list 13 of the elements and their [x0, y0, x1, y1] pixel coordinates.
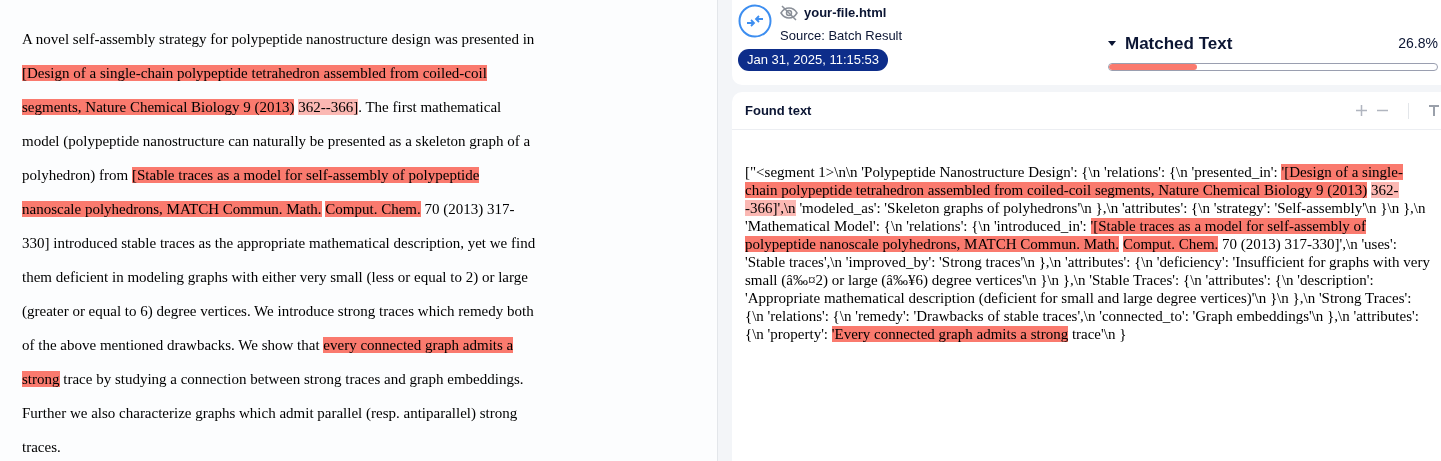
date-badge: Jan 31, 2025, 11:15:53 [738, 49, 889, 71]
eye-slash-icon [780, 4, 798, 21]
matched-text-title: Matched Text [1125, 33, 1233, 55]
zoom-in-icon[interactable] [1356, 105, 1367, 116]
source-label: Source: Batch Result [780, 26, 903, 45]
file-name: your-file.html [804, 4, 887, 22]
found-text-title: Found text [745, 101, 812, 120]
document-paragraph: A novel self-assembly strategy for polypeptide nanostructure design was presented in [Design of a single-chain polypeptide tetrahedron assembled from coiled-coil segments, Nature Chemical Biology 9 (2013) 362--366]. The first mathematical model (polypeptide nanostructure can naturally be presented as a skeleton graph of a polyhedron) from [Stable traces as a model for self-assembly of polypeptide nanoscale polyhedrons, MATCH Commun. Math. Comput. Chem. 70 (2013) 317-330] introduced stable traces as the appropriate mathematical description, yet we find them deficient in modeling graphs with either very small (less or equal to 2) or large (greater or equal to 6) degree vertices. We introduce strong traces which remedy both of the above mentioned drawbacks. We show that every connected graph admits a strong trace by studying a connection between strong traces and graph embeddings. Further we also characterize graphs which admit parallel (resp. antiparallel) strong traces. [22, 30, 537, 457]
caret-icon[interactable] [1108, 40, 1116, 47]
matched-percent: 26.8% [1398, 34, 1438, 54]
found-text-content: ["<segment 1>\n\n 'Polypeptide Nanostructure Design': {\n 'relations': {\n 'presented_in': '[Design of a single-chain polypeptide tetrahedron assembled from coiled-coil segments, Nature Chemical Biology 9 (2013) 362--366]',\n 'modeled_as': 'Skeleton graphs of polyhedrons'\n },\n 'attributes': {\n 'strategy': 'Self-assembly'\n }\n },\n 'Mathematical Model': {\n 'relations': {\n 'introduced_in': '[Stable traces as a model for self-assembly of polypeptide nanoscale polyhedrons, MATCH Commun. Math. Comput. Chem. 70 (2013) 317-330]',\n 'uses': 'Stable traces',\n 'improved_by': 'Strong traces'\n },\n 'attributes': {\n 'deficiency': 'Insufficient for graphs with very small (â‰¤2) or large (â‰¥6) degree vertices'\n }\n },\n 'Stable Traces': {\n 'attributes': {\n 'description': 'Appropriate mathematical description (deficient for small and large degree vertices)'\n }\n },\n 'Strong Traces': {\n 'relations': {\n 'remedy': 'Drawbacks of stable traces',\n 'connected_to': 'Graph embeddings'\n },\n 'attributes': {\n 'property': 'Every connected graph admits a strong trace'\n } [744, 163, 1431, 343]
text-size-icon[interactable] [1429, 105, 1439, 116]
compare-icon [738, 4, 772, 38]
